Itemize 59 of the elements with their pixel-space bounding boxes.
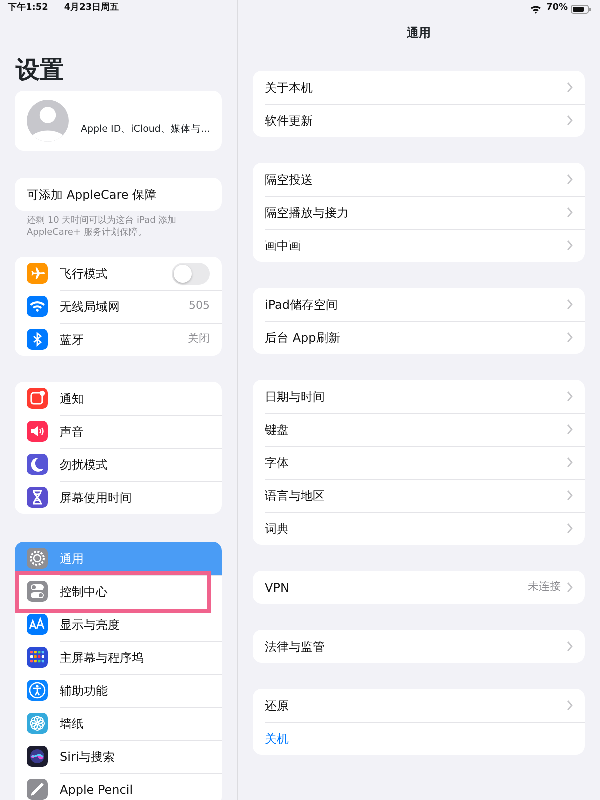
settings-row[interactable]: 键盘 xyxy=(253,413,585,446)
chevron-icon xyxy=(567,391,573,402)
battery-percent: 70% xyxy=(546,2,568,16)
settings-row[interactable]: 墙纸 xyxy=(15,707,222,740)
applecare-card[interactable]: 可添加 AppleCare 保障 xyxy=(15,178,222,211)
airplane-toggle[interactable] xyxy=(172,262,210,284)
settings-row[interactable]: 显示与亮度 xyxy=(15,608,222,641)
chevron-icon xyxy=(567,174,573,185)
settings-row[interactable]: 关于本机 xyxy=(253,71,585,104)
settings-row[interactable]: Apple Pencil xyxy=(15,773,222,800)
chevron-icon xyxy=(567,424,573,435)
chevron-icon xyxy=(567,582,573,593)
chevron-icon xyxy=(567,332,573,343)
chevron-icon xyxy=(567,115,573,126)
chevron-icon xyxy=(567,523,573,534)
settings-row[interactable]: 画中画 xyxy=(253,229,585,262)
settings-row[interactable]: 辅助功能 xyxy=(15,674,222,707)
settings-row[interactable]: Siri与搜索 xyxy=(15,740,222,773)
chevron-icon xyxy=(567,207,573,218)
chevron-icon xyxy=(567,240,573,251)
wifi-icon xyxy=(530,4,542,14)
settings-row[interactable]: 日期与时间 xyxy=(253,380,585,413)
settings-row[interactable]: 关机 xyxy=(253,722,585,755)
chevron-icon xyxy=(567,490,573,501)
status-time: 下午1:52 xyxy=(8,2,48,16)
settings-row[interactable]: VPN 未连接 xyxy=(253,571,585,604)
settings-row[interactable]: 主屏幕与程序坞 xyxy=(15,641,222,674)
settings-row[interactable]: 屏幕使用时间 xyxy=(15,481,222,514)
settings-row[interactable]: 字体 xyxy=(253,446,585,479)
chevron-icon xyxy=(567,457,573,468)
settings-row[interactable]: 词典 xyxy=(253,512,585,545)
account-card[interactable]: Apple ID、iCloud、媒体与... xyxy=(15,91,222,151)
settings-row[interactable]: 法律与监管 xyxy=(253,630,585,663)
chevron-icon xyxy=(567,700,573,711)
settings-row[interactable]: 软件更新 xyxy=(253,104,585,137)
pane-title: 通用 xyxy=(406,26,432,40)
status-date: 4月23日周五 xyxy=(64,2,120,16)
settings-row[interactable]: 隔空播放与接力 xyxy=(253,196,585,229)
applecare-note: 还剩 10 天时间可以为这台 iPad 添加 AppleCare+ 服务计划保障。 xyxy=(26,214,178,239)
settings-row[interactable]: 后台 App刷新 xyxy=(253,321,585,354)
settings-row[interactable]: 飞行模式 xyxy=(15,257,222,290)
settings-row[interactable]: 还原 xyxy=(253,689,585,722)
settings-row[interactable]: 控制中心 xyxy=(15,575,222,608)
page-title: 设置 xyxy=(16,55,65,85)
avatar-icon xyxy=(27,99,69,143)
battery-icon xyxy=(571,4,592,14)
settings-row[interactable]: 勿扰模式 xyxy=(15,448,222,481)
chevron-icon xyxy=(567,641,573,652)
applecare-label: 可添加 AppleCare 保障 xyxy=(27,186,157,204)
chevron-icon xyxy=(567,299,573,310)
settings-row[interactable]: 蓝牙 关闭 xyxy=(15,323,222,356)
settings-row[interactable]: 通知 xyxy=(15,382,222,415)
settings-row[interactable]: 语言与地区 xyxy=(253,479,585,512)
settings-row[interactable]: iPad储存空间 xyxy=(253,288,585,321)
chevron-icon xyxy=(567,82,573,93)
settings-row[interactable]: 无线局域网 505 xyxy=(15,290,222,323)
settings-row[interactable]: 隔空投送 xyxy=(253,163,585,196)
settings-row[interactable]: 声音 xyxy=(15,415,222,448)
account-subtitle: Apple ID、iCloud、媒体与... xyxy=(80,122,210,137)
